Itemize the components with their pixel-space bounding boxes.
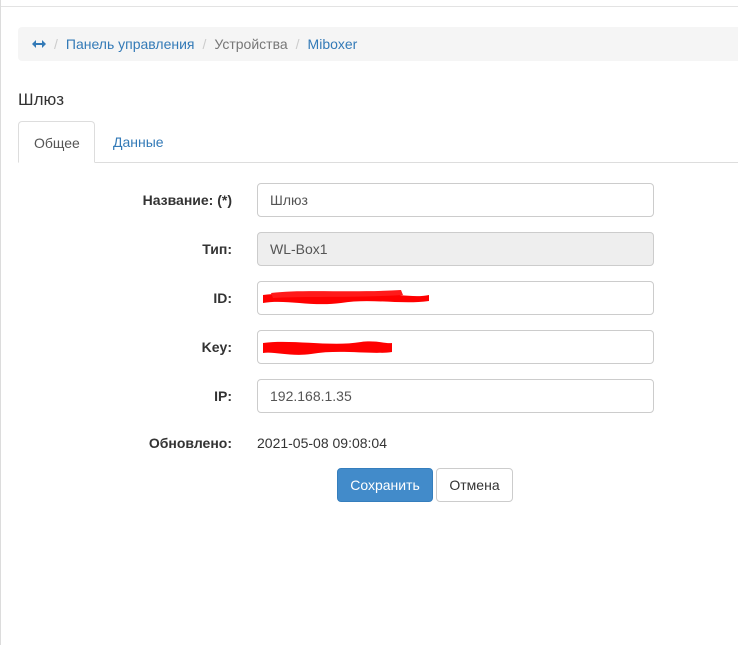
- tab-data[interactable]: Данные: [98, 121, 179, 163]
- breadcrumb-separator: /: [54, 36, 58, 52]
- breadcrumb-miboxer[interactable]: Miboxer: [308, 36, 358, 52]
- form-row-updated: Обновлено: 2021-05-08 09:08:04: [1, 426, 738, 460]
- name-input[interactable]: [257, 183, 654, 217]
- id-input[interactable]: [257, 281, 654, 315]
- key-input[interactable]: [257, 330, 654, 364]
- form-row-type: Тип:: [1, 232, 738, 266]
- breadcrumb-separator: /: [295, 36, 300, 52]
- form-row-name: Название: (*): [1, 183, 738, 217]
- form-row-ip: IP:: [1, 379, 738, 413]
- id-label: ID:: [213, 290, 232, 306]
- tab-general[interactable]: Общее: [18, 121, 95, 163]
- form-row-key: Key:: [1, 330, 738, 364]
- tab-bar: Общее Данные: [18, 121, 738, 163]
- top-strip: [1, 0, 738, 7]
- page-frame: / Панель управления / Устройства / Mibox…: [0, 0, 738, 645]
- name-label: Название: (*): [142, 192, 232, 208]
- type-input: [257, 232, 654, 266]
- breadcrumb-devices: Устройства: [214, 36, 288, 52]
- breadcrumb-separator: /: [202, 36, 207, 52]
- ip-label: IP:: [214, 388, 232, 404]
- form-row-id: ID:: [1, 281, 738, 315]
- save-button[interactable]: Сохранить: [337, 468, 433, 502]
- type-label: Тип:: [202, 241, 232, 257]
- cancel-button[interactable]: Отмена: [436, 468, 513, 502]
- page-title: Шлюз: [18, 90, 65, 109]
- breadcrumb: / Панель управления / Устройства / Mibox…: [18, 27, 738, 61]
- ip-input[interactable]: [257, 379, 654, 413]
- arrows-horizontal-icon[interactable]: [32, 39, 46, 49]
- key-label: Key:: [201, 339, 232, 355]
- updated-label: Обновлено:: [148, 435, 232, 451]
- breadcrumb-control-panel[interactable]: Панель управления: [66, 36, 195, 52]
- updated-value: 2021-05-08 09:08:04: [257, 435, 387, 451]
